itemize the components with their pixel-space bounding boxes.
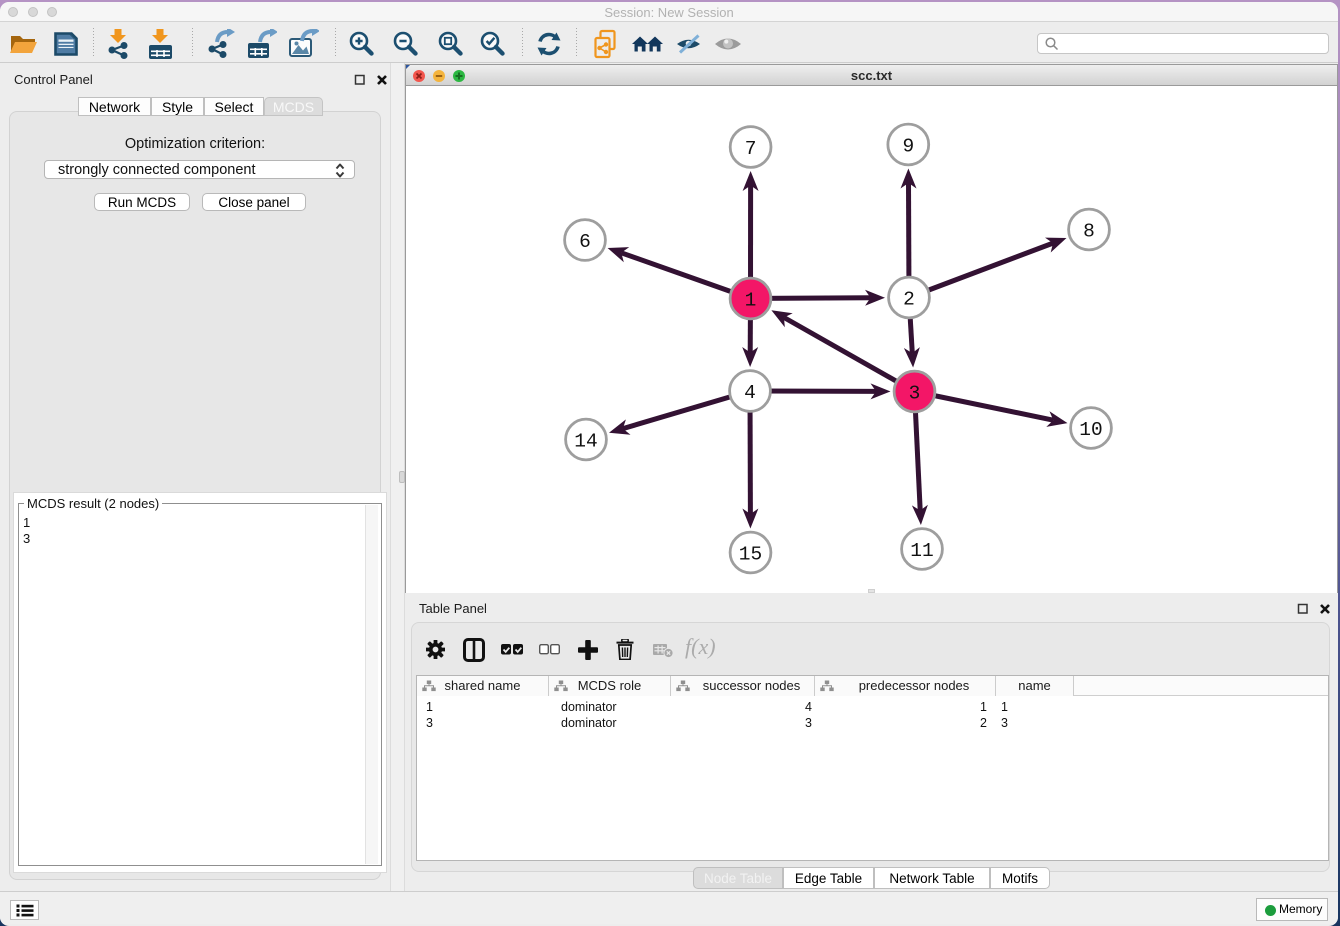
svg-text:9: 9 [902, 136, 914, 158]
svg-text:3: 3 [909, 383, 921, 405]
svg-text:4: 4 [744, 382, 756, 404]
svg-text:15: 15 [739, 544, 762, 566]
svg-text:2: 2 [903, 289, 915, 311]
svg-text:8: 8 [1083, 221, 1095, 243]
svg-text:6: 6 [579, 231, 591, 253]
svg-text:11: 11 [910, 540, 933, 562]
svg-text:1: 1 [745, 290, 757, 312]
svg-text:10: 10 [1079, 419, 1102, 441]
svg-text:14: 14 [574, 431, 597, 453]
svg-text:7: 7 [745, 138, 757, 160]
